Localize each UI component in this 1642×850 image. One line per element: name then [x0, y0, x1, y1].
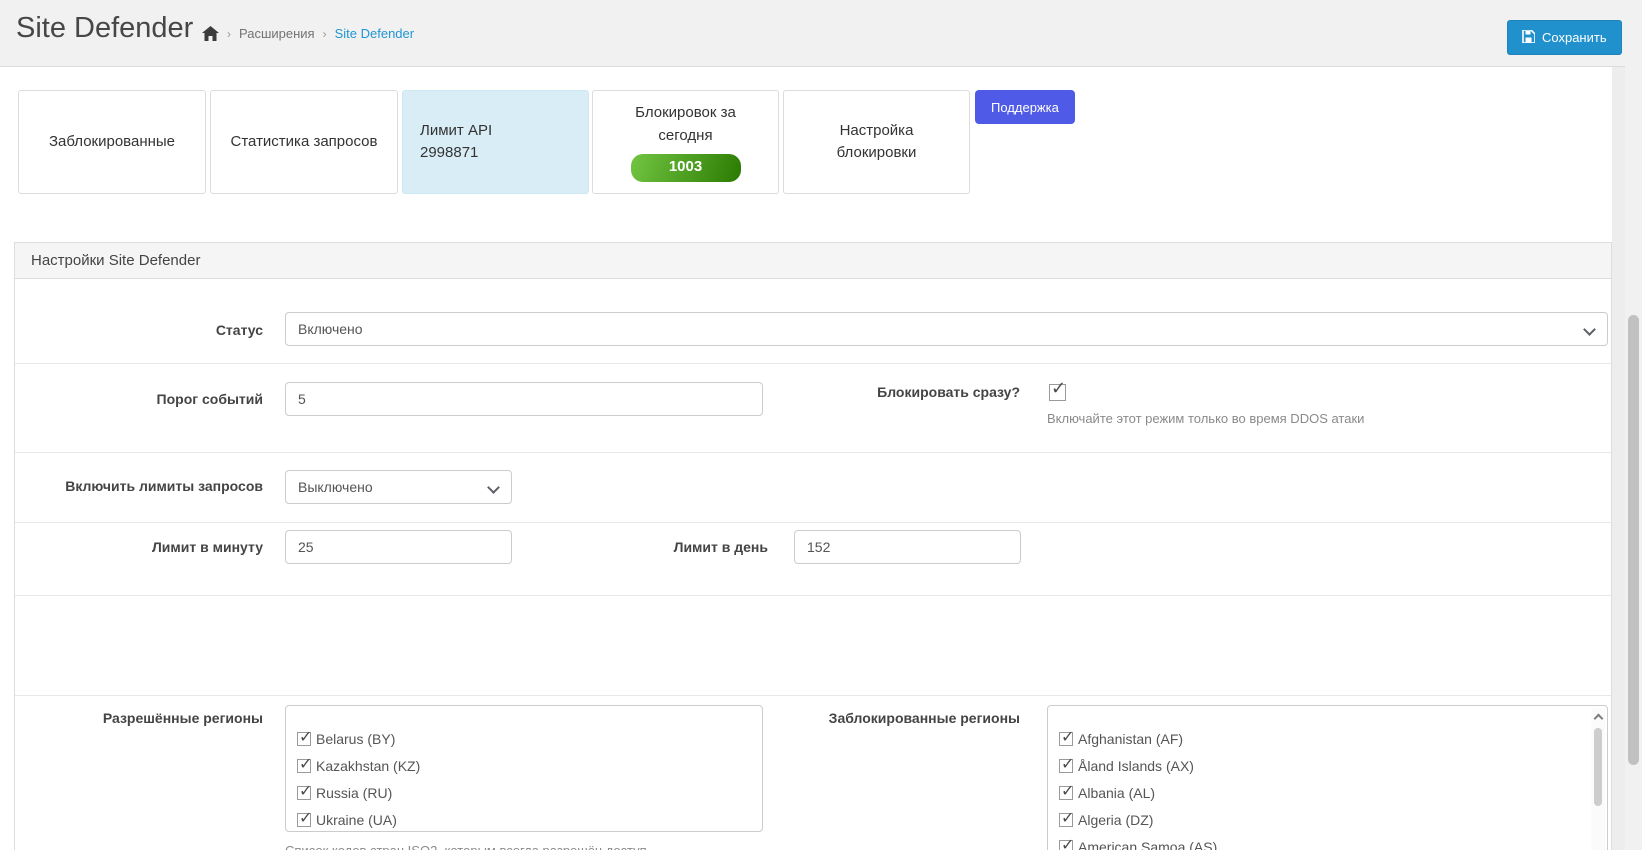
support-button[interactable]: Поддержка	[975, 90, 1075, 124]
region-label: Kazakhstan (KZ)	[316, 758, 420, 774]
tab-blocks-today[interactable]: Блокировок за сегодня 1003	[592, 90, 779, 194]
tab-label: Лимит API	[420, 120, 492, 143]
region-label: Russia (RU)	[316, 785, 392, 801]
list-item[interactable]: Afghanistan (AF)	[1059, 731, 1183, 746]
tab-label: Блокировок за сегодня	[611, 102, 761, 147]
tab-api-limit[interactable]: Лимит API 2998871	[402, 90, 589, 194]
list-item[interactable]: Belarus (BY)	[297, 731, 395, 746]
tab-label: Статистика запросов	[231, 131, 378, 154]
block-immediately-help: Включайте этот режим только во время DDO…	[1047, 411, 1364, 426]
tab-label: Настройка блокировки	[802, 120, 952, 165]
page-title: Site Defender	[16, 12, 193, 45]
page-scrollbar-thumb[interactable]	[1628, 315, 1639, 765]
blocks-today-badge: 1003	[631, 154, 741, 182]
list-item[interactable]: Russia (RU)	[297, 785, 392, 800]
scroll-up-icon	[1594, 714, 1604, 724]
region-checkbox[interactable]	[297, 759, 311, 773]
region-checkbox[interactable]	[1059, 813, 1073, 827]
block-immediately-checkbox[interactable]	[1049, 384, 1066, 401]
region-checkbox[interactable]	[1059, 732, 1073, 746]
allowed-regions-label: Разрешённые регионы	[40, 710, 263, 726]
breadcrumb-separator: ›	[323, 27, 327, 41]
limit-per-day-label: Лимит в день	[600, 539, 768, 555]
save-button-label: Сохранить	[1542, 30, 1607, 45]
breadcrumb-separator: ›	[227, 27, 231, 41]
enable-limits-select-value: Выключено	[298, 479, 373, 495]
breadcrumb: › Расширения › Site Defender	[202, 0, 414, 67]
status-label: Статус	[40, 322, 263, 338]
list-item[interactable]: Kazakhstan (KZ)	[297, 758, 420, 773]
blocked-regions-label: Заблокированные регионы	[780, 710, 1020, 726]
chevron-down-icon	[487, 481, 500, 494]
region-checkbox[interactable]	[297, 813, 311, 827]
limit-per-day-input[interactable]	[794, 530, 1021, 564]
row-divider	[15, 695, 1611, 696]
breadcrumb-current[interactable]: Site Defender	[335, 26, 415, 41]
page-scrollbar[interactable]	[1625, 0, 1642, 850]
status-select[interactable]: Включено	[285, 312, 1608, 346]
list-item[interactable]: American Samoa (AS)	[1059, 839, 1217, 850]
tab-label: Заблокированные	[49, 131, 175, 154]
allowed-regions-listbox[interactable]: Belarus (BY) Kazakhstan (KZ) Russia (RU)…	[285, 705, 763, 832]
region-label: Åland Islands (AX)	[1078, 758, 1194, 774]
block-immediately-label: Блокировать сразу?	[790, 384, 1020, 400]
list-item[interactable]: Albania (AL)	[1059, 785, 1155, 800]
row-divider	[15, 522, 1611, 523]
breadcrumb-extensions[interactable]: Расширения	[239, 26, 315, 41]
region-checkbox[interactable]	[1059, 840, 1073, 850]
enable-limits-label: Включить лимиты запросов	[20, 478, 263, 494]
region-label: Belarus (BY)	[316, 731, 395, 747]
save-button[interactable]: Сохранить	[1507, 20, 1622, 55]
row-divider	[15, 452, 1611, 453]
scrollbar-thumb[interactable]	[1594, 728, 1602, 806]
event-threshold-label: Порог событий	[40, 391, 263, 407]
event-threshold-input[interactable]	[285, 382, 763, 416]
chevron-down-icon	[1583, 323, 1596, 336]
region-label: Afghanistan (AF)	[1078, 731, 1183, 747]
enable-limits-select[interactable]: Выключено	[285, 470, 512, 504]
list-item[interactable]: Ukraine (UA)	[297, 812, 397, 827]
region-label: Algeria (DZ)	[1078, 812, 1153, 828]
region-label: Ukraine (UA)	[316, 812, 397, 828]
site-defender-page: Site Defender › Расширения › Site Defend…	[0, 0, 1642, 850]
list-item[interactable]: Åland Islands (AX)	[1059, 758, 1194, 773]
region-checkbox[interactable]	[1059, 786, 1073, 800]
allowed-regions-help: Список кодов стран ISO2, которым всегда …	[285, 843, 647, 850]
tab-blocked-list[interactable]: Заблокированные	[18, 90, 206, 194]
page-header: Site Defender › Расширения › Site Defend…	[0, 0, 1642, 67]
limit-per-minute-label: Лимит в минуту	[40, 539, 263, 555]
api-limit-value: 2998871	[420, 142, 478, 165]
listbox-scrollbar[interactable]	[1591, 708, 1605, 850]
tab-block-settings[interactable]: Настройка блокировки	[783, 90, 970, 194]
settings-panel-title: Настройки Site Defender	[14, 242, 1612, 279]
region-checkbox[interactable]	[1059, 759, 1073, 773]
row-divider	[15, 363, 1611, 364]
status-select-value: Включено	[298, 321, 363, 337]
region-checkbox[interactable]	[297, 786, 311, 800]
tab-request-stats[interactable]: Статистика запросов	[210, 90, 398, 194]
region-label: Albania (AL)	[1078, 785, 1155, 801]
list-item[interactable]: Algeria (DZ)	[1059, 812, 1153, 827]
region-checkbox[interactable]	[297, 732, 311, 746]
row-divider	[15, 595, 1611, 596]
home-icon[interactable]	[202, 26, 219, 41]
page-gutter	[1612, 67, 1625, 850]
save-icon	[1522, 30, 1535, 46]
blocked-regions-listbox[interactable]: Afghanistan (AF) Åland Islands (AX) Alba…	[1047, 705, 1608, 850]
limit-per-minute-input[interactable]	[285, 530, 512, 564]
region-label: American Samoa (AS)	[1078, 839, 1217, 850]
